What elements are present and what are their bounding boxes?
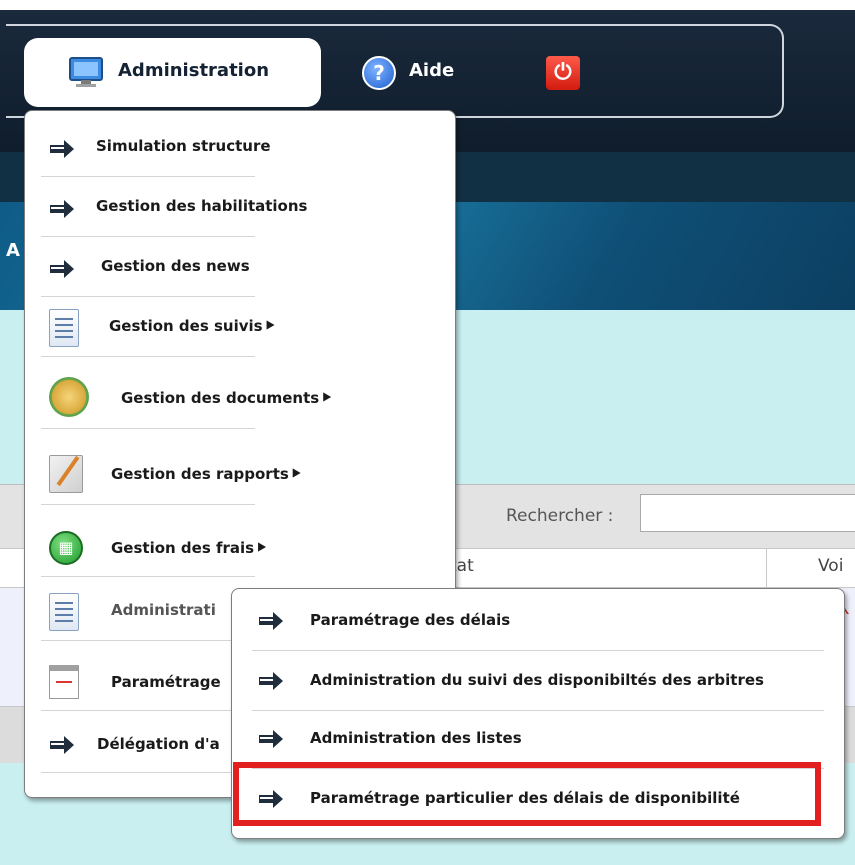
menu-item-gestion-frais[interactable]: ▦ Gestion des frais⯈ xyxy=(41,517,267,577)
document-icon xyxy=(49,593,79,631)
submenu-item-parametrage-delais[interactable]: Paramétrage des délais xyxy=(232,591,844,651)
report-icon xyxy=(49,455,83,493)
menu-item-label: Gestion des documents⯈ xyxy=(121,389,333,407)
column-header-voir[interactable]: Voi xyxy=(818,556,843,576)
menu-separator xyxy=(41,710,255,711)
submenu-arrow-icon: ⯈ xyxy=(320,389,333,407)
arrow-right-icon xyxy=(50,140,74,158)
top-white-strip xyxy=(0,0,855,10)
submenu-arrow-icon: ⯈ xyxy=(263,317,276,335)
submenu-item-administration-listes[interactable]: Administration des listes xyxy=(232,709,844,769)
menu-item-label: Simulation structure xyxy=(96,137,271,155)
menu-item-label: Paramétrage xyxy=(111,673,221,691)
menu-separator xyxy=(41,504,255,505)
nav-administration-label: Administration xyxy=(118,60,270,81)
menu-separator xyxy=(41,640,255,641)
menu-item-label: Administrati xyxy=(111,601,216,619)
monitor-icon xyxy=(69,57,103,87)
menu-item-administration[interactable]: Administrati xyxy=(41,581,255,641)
banner-title-partial: A xyxy=(6,240,20,261)
arrow-right-icon xyxy=(259,672,283,690)
power-icon[interactable]: ⏻ xyxy=(546,56,580,90)
help-icon[interactable]: ? xyxy=(362,56,396,90)
menu-item-gestion-habilitations[interactable]: Gestion des habilitations xyxy=(41,177,307,237)
submenu-item-label: Paramétrage des délais xyxy=(310,611,511,629)
menu-item-delegation[interactable]: Délégation d'a xyxy=(41,713,255,773)
menu-separator xyxy=(41,356,255,357)
search-input[interactable] xyxy=(640,494,855,532)
submenu-item-suivi-disponibilites[interactable]: Administration du suivi des disponibilté… xyxy=(232,651,844,711)
arrow-right-icon xyxy=(259,730,283,748)
menu-item-simulation-structure[interactable]: Simulation structure xyxy=(41,117,271,177)
submenu-item-label: Administration du suivi des disponibilté… xyxy=(310,671,764,689)
submenu-item-label: Administration des listes xyxy=(310,729,522,747)
document-icon xyxy=(49,309,79,347)
menu-separator xyxy=(41,428,255,429)
menu-item-label: Gestion des suivis⯈ xyxy=(109,317,276,335)
menu-item-parametrage[interactable]: Paramétrage xyxy=(41,651,255,711)
menu-separator xyxy=(41,772,255,773)
highlight-box xyxy=(233,762,821,826)
arrow-right-icon xyxy=(50,200,74,218)
menu-item-label: Gestion des habilitations xyxy=(96,197,308,215)
column-divider xyxy=(766,549,767,587)
submenu-arrow-icon: ⯈ xyxy=(289,465,302,483)
menu-item-gestion-suivis[interactable]: Gestion des suivis⯈ xyxy=(41,297,276,357)
menu-item-gestion-documents[interactable]: Gestion des documents⯈ xyxy=(41,369,332,429)
menu-item-label: Gestion des rapports⯈ xyxy=(111,465,302,483)
menu-item-gestion-rapports[interactable]: Gestion des rapports⯈ xyxy=(41,445,302,505)
search-label: Rechercher : xyxy=(506,506,614,526)
arrow-right-icon xyxy=(50,736,74,754)
nav-aide-label[interactable]: Aide xyxy=(409,60,454,81)
menu-item-gestion-news[interactable]: Gestion des news xyxy=(41,237,255,297)
nav-administration-tab[interactable]: Administration xyxy=(24,38,321,107)
calculator-icon: ▦ xyxy=(49,531,83,565)
calendar-icon xyxy=(49,665,79,699)
menu-item-label: Délégation d'a xyxy=(97,735,220,753)
menu-item-label: Gestion des news xyxy=(101,257,250,275)
documents-icon xyxy=(49,377,89,417)
menu-item-label: Gestion des frais⯈ xyxy=(111,539,268,557)
submenu-arrow-icon: ⯈ xyxy=(255,539,268,557)
arrow-right-icon xyxy=(259,612,283,630)
arrow-right-icon xyxy=(50,260,74,278)
menu-separator xyxy=(41,576,255,577)
